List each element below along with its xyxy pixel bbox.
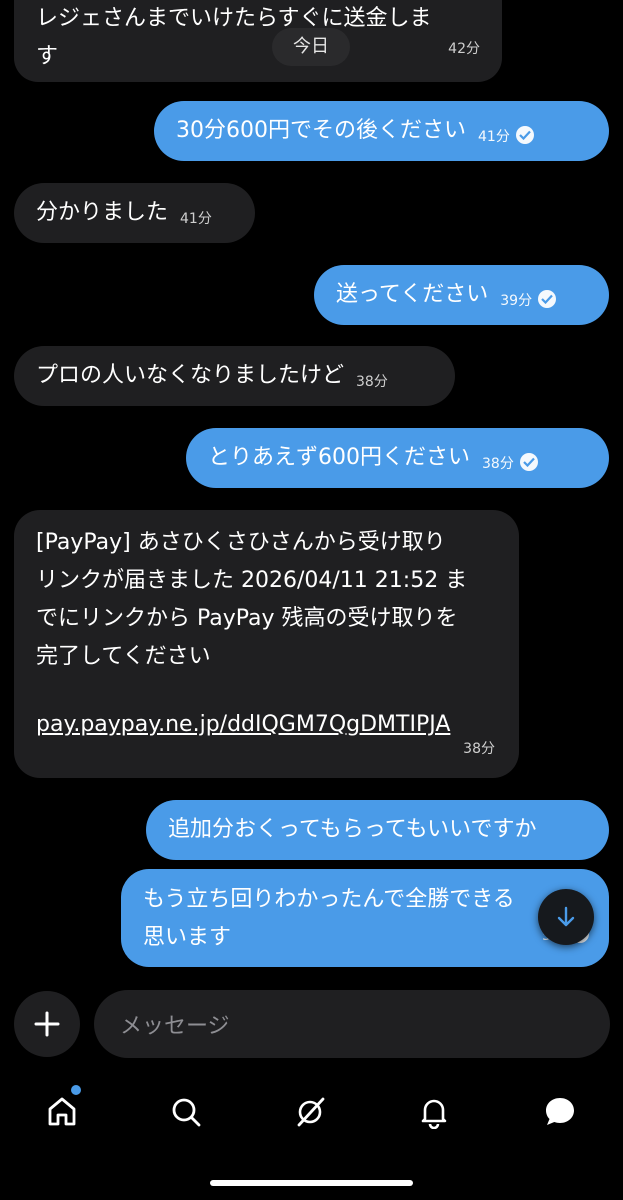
- nav-home[interactable]: [42, 1092, 82, 1132]
- conversation-thread[interactable]: レジェさんまでいけたらすぐに送金しま す 42分 今日 30分600円でその後く…: [0, 0, 623, 985]
- message-text: 分かりました: [36, 200, 169, 225]
- message-time: 38分: [356, 374, 388, 390]
- message-incoming[interactable]: 分かりました 41分: [14, 183, 255, 243]
- message-text-line: [PayPay] あさひくさひさんから受け取り: [36, 530, 446, 555]
- message-text: 追加分おくってもらってもいいですか: [168, 817, 537, 842]
- message-incoming[interactable]: プロの人いなくなりましたけど 38分: [14, 346, 455, 406]
- home-indicator: [210, 1180, 413, 1186]
- message-outgoing[interactable]: 送ってください 39分: [314, 265, 609, 325]
- attach-button[interactable]: [14, 991, 80, 1057]
- message-text-line: す: [36, 44, 59, 69]
- message-time: 42分: [448, 41, 480, 57]
- home-notification-dot: [71, 1085, 81, 1095]
- read-check-icon: [538, 290, 557, 308]
- message-incoming-paypay[interactable]: [PayPay] あさひくさひさんから受け取り リンクが届きました 2026/0…: [14, 510, 519, 778]
- read-check-icon: [515, 126, 534, 144]
- message-text: とりあえず600円ください: [208, 445, 470, 470]
- message-time: 41分: [478, 118, 534, 156]
- arrow-down-icon: [557, 906, 575, 927]
- message-input-placeholder: メッセージ: [120, 1014, 230, 1039]
- message-outgoing[interactable]: 30分600円でその後ください 41分: [154, 101, 609, 161]
- home-icon: [48, 1097, 76, 1126]
- message-text-line: もう立ち回りわかったんで全勝できる: [143, 887, 515, 912]
- read-check-icon: [519, 453, 538, 471]
- message-text-line: 完了してください: [36, 644, 211, 669]
- message-time: 41分: [180, 211, 212, 227]
- message-outgoing[interactable]: とりあえず600円ください 38分: [186, 428, 609, 488]
- message-time: 38分: [463, 741, 495, 757]
- message-text: プロの人いなくなりましたけど: [36, 363, 345, 388]
- message-incoming[interactable]: レジェさんまでいけたらすぐに送金しま す 42分: [14, 0, 502, 82]
- message-outgoing[interactable]: 追加分おくってもらってもいいですか: [146, 800, 609, 860]
- plus-icon: [34, 1011, 60, 1037]
- message-text-line: リンクが届きました 2026/04/11 21:52 ま: [36, 568, 468, 593]
- message-text-line: 思います: [143, 925, 232, 950]
- message-input[interactable]: メッセージ: [94, 990, 610, 1058]
- chat-bubble-icon: [546, 1098, 574, 1125]
- nav-search[interactable]: [166, 1092, 206, 1132]
- bottom-navigation: [0, 1074, 623, 1144]
- message-text: 送ってください: [336, 282, 489, 307]
- nav-messages[interactable]: [540, 1092, 580, 1132]
- search-icon: [172, 1098, 201, 1127]
- message-text-line: でにリンクから PayPay 残高の受け取りを: [36, 606, 458, 631]
- scroll-to-bottom-button[interactable]: [538, 889, 594, 945]
- paypay-link[interactable]: pay.paypay.ne.jp/ddIQGM7QgDMTIPJA: [36, 706, 497, 744]
- message-text: 30分600円でその後ください: [176, 118, 466, 143]
- message-time: 38分: [482, 445, 538, 483]
- nav-grok[interactable]: [290, 1092, 330, 1132]
- bell-icon: [421, 1099, 447, 1129]
- date-separator: 今日: [272, 28, 350, 66]
- nav-notifications[interactable]: [414, 1092, 454, 1132]
- message-outgoing[interactable]: もう立ち回りわかったんで全勝できる 思います 5分: [121, 869, 609, 967]
- message-text-line: レジェさんまでいけたらすぐに送金しま: [36, 6, 432, 31]
- message-time: 39分: [500, 282, 557, 320]
- grok-icon: [297, 1097, 325, 1127]
